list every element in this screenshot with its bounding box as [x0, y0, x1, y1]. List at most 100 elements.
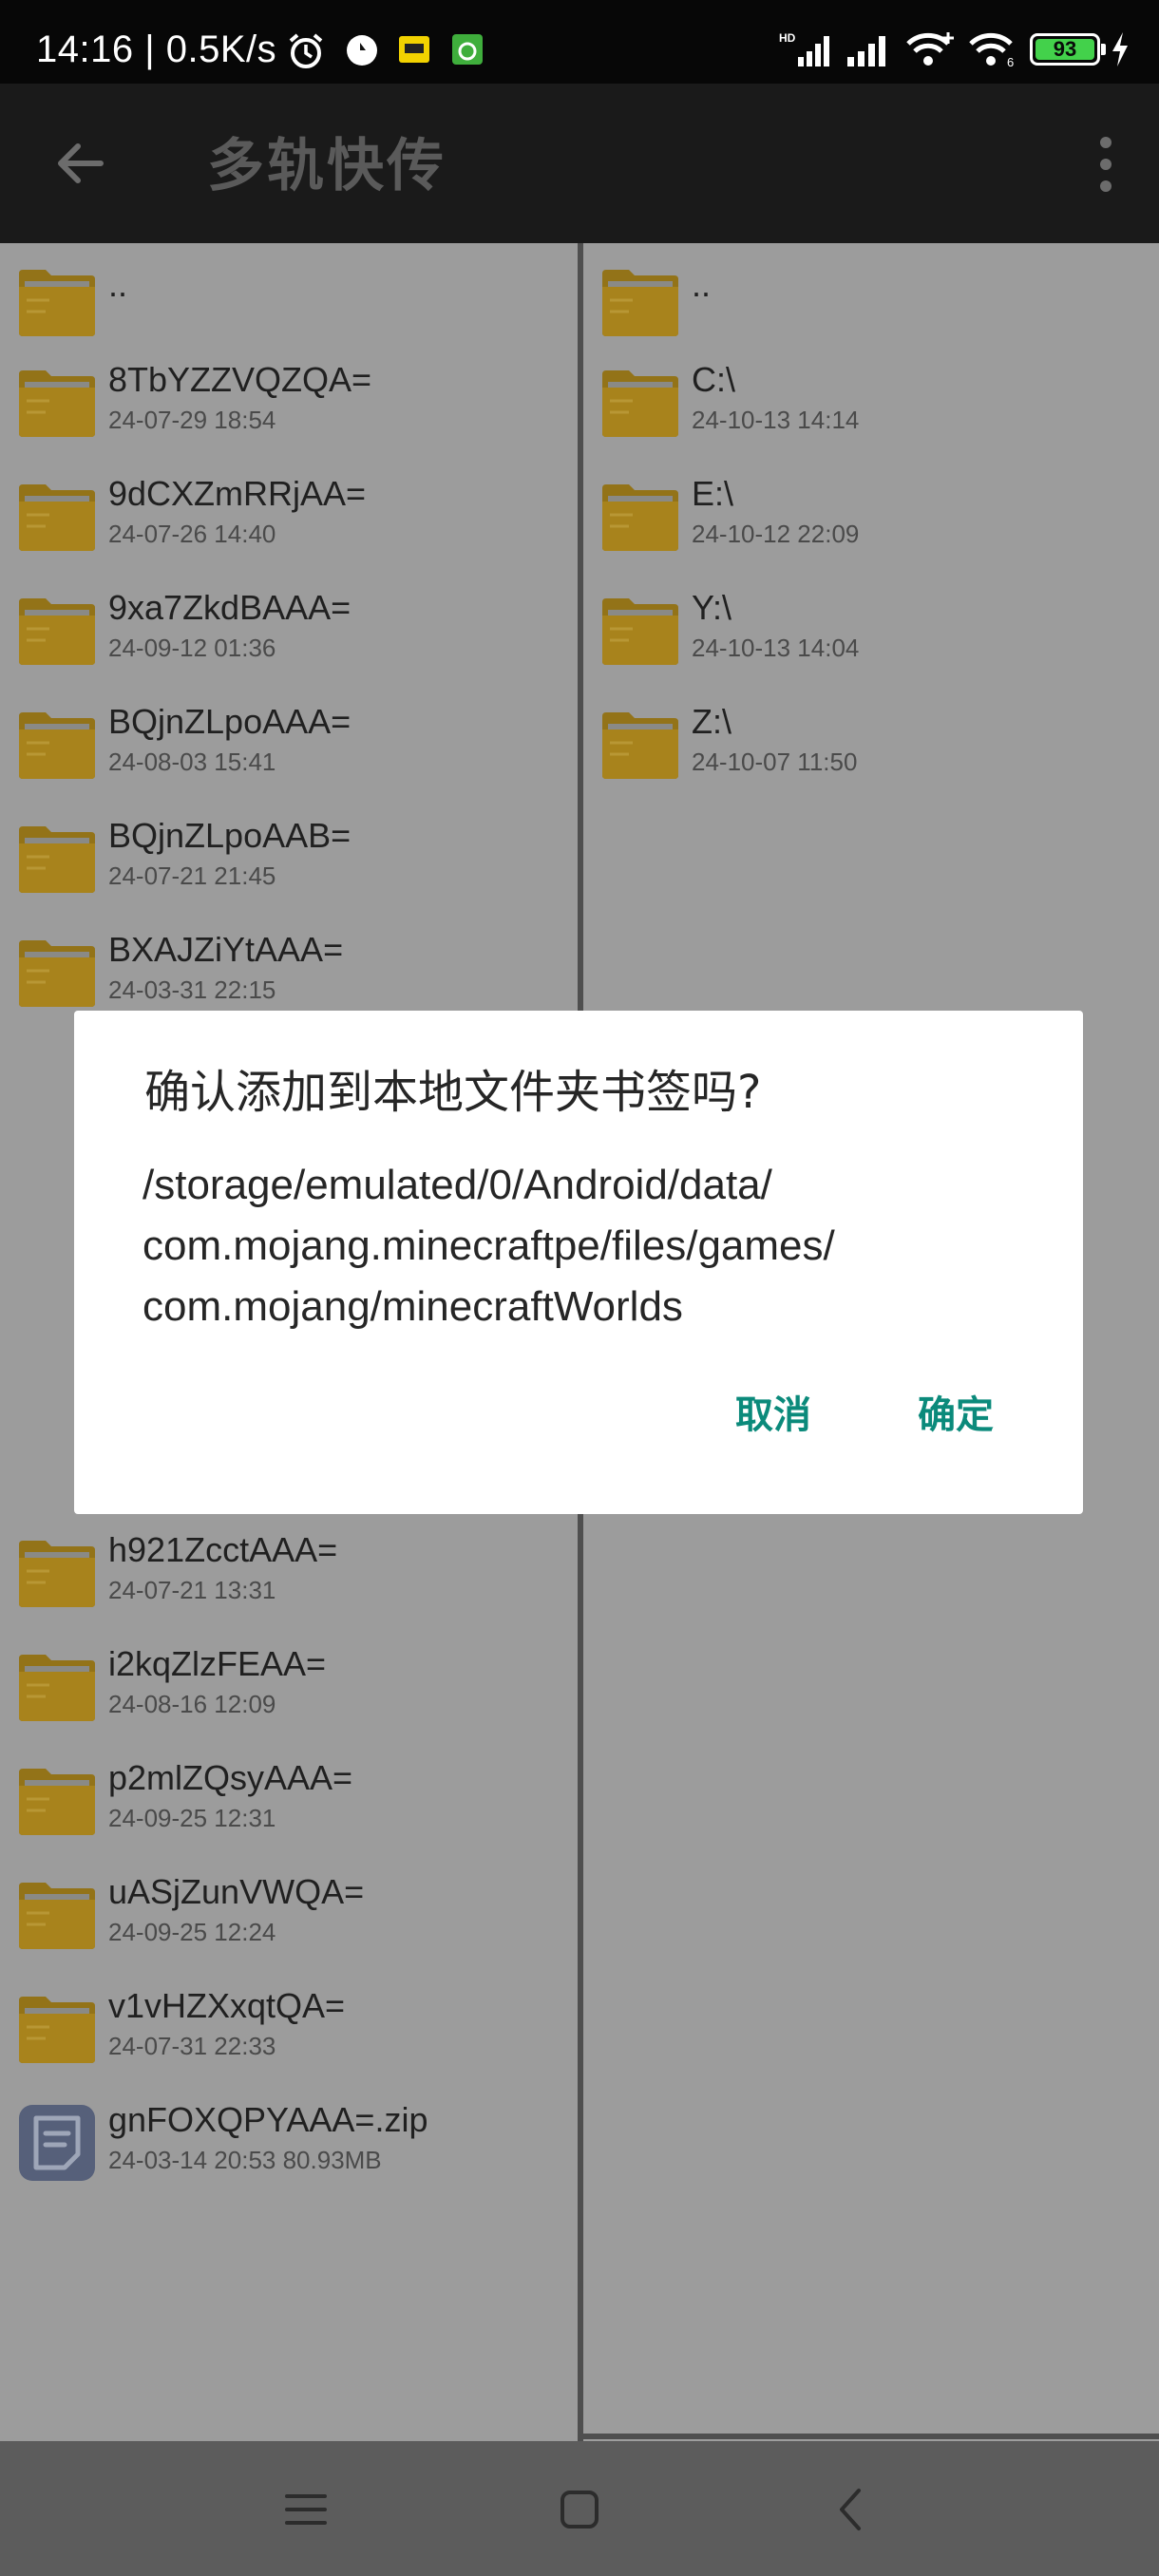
file-list-item[interactable]: E:\ 24-10-12 22:09	[583, 458, 1159, 572]
item-meta: 24-07-26 14:40	[108, 520, 276, 548]
bookmark-confirm-dialog: 确认添加到本地文件夹书签吗? /storage/emulated/0/Andro…	[74, 1011, 1083, 1514]
item-name: BQjnZLpoAAB=	[108, 816, 352, 855]
battery-icon: 93	[1030, 33, 1106, 66]
dialog-title: 确认添加到本地文件夹书签吗?	[144, 1066, 762, 1119]
signal-icon	[847, 36, 885, 66]
item-meta: 24-07-29 18:54	[108, 406, 276, 434]
confirm-button[interactable]: 确定	[918, 1387, 994, 1444]
navigation-bar	[0, 2441, 1159, 2576]
item-name: C:\	[692, 360, 736, 399]
item-name: 9xa7ZkdBAAA=	[108, 588, 352, 627]
folder-icon	[602, 712, 678, 779]
item-name: BQjnZLpoAAA=	[108, 702, 352, 741]
file-list-item[interactable]: ..	[583, 243, 1159, 357]
folder-icon	[19, 826, 95, 893]
wifi-plus-icon	[906, 32, 954, 66]
status-right-icons: HD 6 93	[779, 28, 1130, 70]
folder-icon	[19, 370, 95, 437]
item-name: E:\	[692, 474, 734, 513]
arrow-left-icon[interactable]	[49, 133, 110, 194]
file-list-item[interactable]: i2kqZlzFEAA= 24-08-16 12:09	[0, 1628, 578, 1742]
file-list-item[interactable]: BQjnZLpoAAA= 24-08-03 15:41	[0, 686, 578, 800]
file-list-item[interactable]: 9dCXZmRRjAA= 24-07-26 14:40	[0, 458, 578, 572]
item-name: Y:\	[692, 588, 732, 627]
item-meta: 24-09-25 12:24	[108, 1918, 276, 1946]
page-title: 多轨快传	[207, 134, 446, 198]
app-bar: 多轨快传	[0, 84, 1159, 243]
item-name: Z:\	[692, 702, 732, 741]
file-list-item[interactable]: Y:\ 24-10-13 14:04	[583, 572, 1159, 686]
file-list-item[interactable]: v1vHZXxqtQA= 24-07-31 22:33	[0, 1970, 578, 2084]
item-meta: 24-03-31 22:15	[108, 975, 276, 1004]
folder-icon	[19, 1883, 95, 1949]
item-name: gnFOXQPYAAA=.zip	[108, 2100, 428, 2139]
file-icon	[19, 2105, 95, 2181]
folder-icon	[19, 1997, 95, 2063]
item-name: BXAJZiYtAAA=	[108, 930, 344, 969]
file-list-item[interactable]: ..	[0, 243, 578, 357]
dialog-message-line: /storage/emulated/0/Android/data/	[142, 1162, 772, 1208]
file-list-item[interactable]: Z:\ 24-10-07 11:50	[583, 686, 1159, 800]
file-list-item[interactable]: BQjnZLpoAAB= 24-07-21 21:45	[0, 800, 578, 914]
item-meta: 24-10-13 14:14	[692, 406, 860, 434]
charging-icon	[1112, 32, 1128, 66]
item-meta: 24-10-07 11:50	[692, 748, 858, 776]
item-name: i2kqZlzFEAA=	[108, 1644, 327, 1683]
home-icon[interactable]	[551, 2481, 608, 2538]
item-meta: 24-10-12 22:09	[692, 520, 860, 548]
item-meta: 24-09-25 12:31	[108, 1804, 276, 1832]
item-name: v1vHZXxqtQA=	[108, 1986, 346, 2025]
file-list-item[interactable]: 9xa7ZkdBAAA= 24-09-12 01:36	[0, 572, 578, 686]
app-icon	[399, 36, 429, 63]
item-name: ..	[692, 265, 712, 304]
file-list-item[interactable]: gnFOXQPYAAA=.zip 24-03-14 20:53 80.93MB	[0, 2084, 578, 2198]
svg-text:6: 6	[1007, 55, 1014, 68]
item-meta: 24-03-14 20:53 80.93MB	[108, 2146, 382, 2174]
item-name: p2mlZQsyAAA=	[108, 1758, 353, 1797]
status-bar: 14:16 | 0.5K/s HD 6 93	[0, 0, 1159, 84]
item-name: h921ZcctAAA=	[108, 1530, 338, 1569]
android-icon	[452, 34, 483, 65]
folder-icon	[19, 712, 95, 779]
file-list-item[interactable]: uASjZunVWQA= 24-09-25 12:24	[0, 1856, 578, 1970]
item-name: ..	[108, 265, 128, 304]
item-meta: 24-07-21 21:45	[108, 862, 276, 890]
wifi-6-icon: 6	[969, 32, 1014, 68]
status-time: 14:16 | 0.5K/s	[36, 28, 277, 70]
svg-text:HD: HD	[779, 31, 796, 45]
file-list-item[interactable]: 8TbYZZVQZQA= 24-07-29 18:54	[0, 344, 578, 458]
dialog-message-line: com.mojang/minecraftWorlds	[142, 1283, 683, 1330]
item-meta: 24-10-13 14:04	[692, 634, 860, 662]
cancel-button[interactable]: 取消	[735, 1387, 811, 1444]
alarm-icon	[289, 33, 323, 68]
item-meta: 24-07-21 13:31	[108, 1576, 276, 1604]
more-vert-icon[interactable]	[1087, 131, 1125, 198]
back-icon[interactable]	[823, 2481, 880, 2538]
file-list-item[interactable]: p2mlZQsyAAA= 24-09-25 12:31	[0, 1742, 578, 1856]
battery-level: 93	[1053, 37, 1077, 61]
folder-icon	[19, 1655, 95, 1721]
item-name: 8TbYZZVQZQA=	[108, 360, 372, 399]
folder-icon	[19, 1769, 95, 1835]
folder-icon	[19, 598, 95, 665]
dialog-message-line: com.mojang.minecraftpe/files/games/	[142, 1222, 835, 1269]
folder-icon	[602, 270, 678, 336]
file-list-item[interactable]: h921ZcctAAA= 24-07-21 13:31	[0, 1514, 578, 1628]
folder-icon	[19, 270, 95, 336]
item-name: 9dCXZmRRjAA=	[108, 474, 367, 513]
item-meta: 24-09-12 01:36	[108, 634, 276, 662]
item-name: uASjZunVWQA=	[108, 1872, 365, 1911]
folder-icon	[602, 370, 678, 437]
pane-bottom-line	[583, 2434, 1159, 2439]
item-meta: 24-08-16 12:09	[108, 1690, 276, 1718]
file-list-item[interactable]: C:\ 24-10-13 14:14	[583, 344, 1159, 458]
folder-icon	[602, 598, 678, 665]
dialog-message: /storage/emulated/0/Android/data/ com.mo…	[142, 1155, 1026, 1337]
item-meta: 24-08-03 15:41	[108, 748, 276, 776]
hd-signal-icon: HD	[779, 31, 829, 66]
folder-icon	[19, 940, 95, 1007]
folder-icon	[602, 484, 678, 551]
item-meta: 24-07-31 22:33	[108, 2032, 276, 2060]
menu-icon[interactable]	[277, 2481, 334, 2538]
folder-icon	[19, 484, 95, 551]
